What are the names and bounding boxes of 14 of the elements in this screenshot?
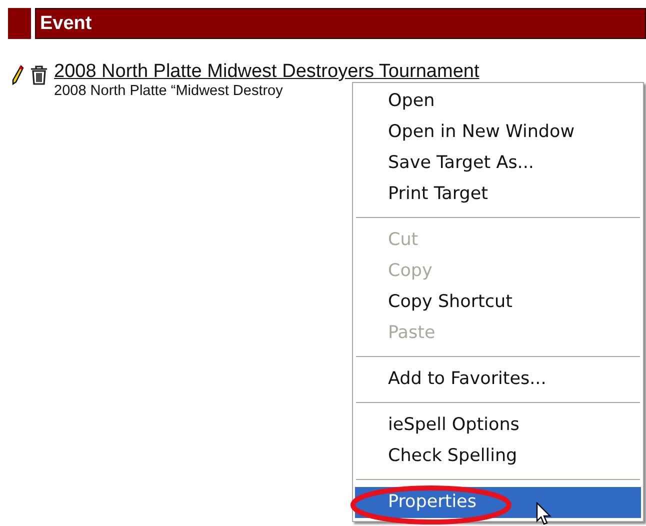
- event-link[interactable]: 2008 North Platte Midwest Destroyers Tournament: [54, 61, 480, 83]
- menu-item[interactable]: Print Target: [355, 179, 641, 210]
- menu-item[interactable]: Open: [355, 86, 641, 117]
- column-header: Event: [40, 14, 92, 33]
- menu-item[interactable]: Add to Favorites...: [355, 364, 641, 395]
- header-block: [8, 8, 31, 39]
- pencil-icon[interactable]: [12, 65, 24, 85]
- menu-item[interactable]: Copy Shortcut: [355, 287, 641, 318]
- event-description: 2008 North Platte “Midwest Destroy: [54, 83, 284, 99]
- trash-icon[interactable]: [30, 65, 48, 85]
- menu-item[interactable]: Save Target As...: [355, 148, 641, 179]
- menu-item[interactable]: Check Spelling: [355, 441, 641, 472]
- menu-item[interactable]: ieSpell Options: [355, 410, 641, 441]
- menu-item[interactable]: Open in New Window: [355, 117, 641, 148]
